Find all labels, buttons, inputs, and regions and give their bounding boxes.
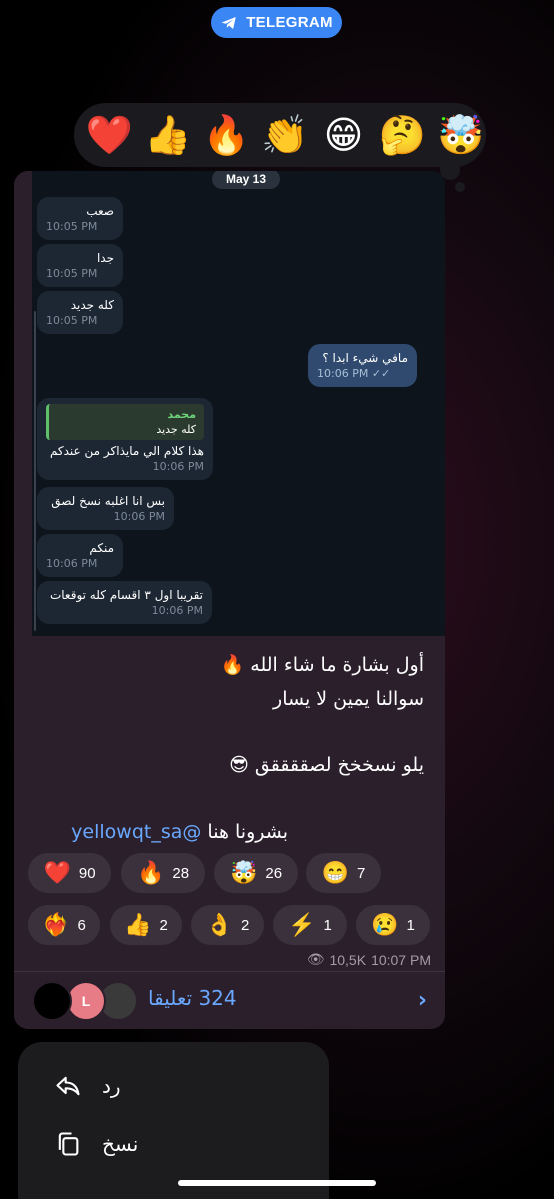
thumbs-up-icon: 👍 [124, 912, 152, 937]
reaction-chip-heart[interactable]: ❤️ 90 [28, 853, 111, 893]
post-meta: 👁 10,5K 10:07 PM [307, 951, 431, 968]
message-text: كله جديد [70, 298, 114, 312]
message-text: صعب [86, 204, 114, 218]
date-chip: May 13 [212, 171, 280, 189]
chat-message: تقريبا اول ٣ اقسام كله توقعات 10:06 PM [37, 581, 212, 624]
fire-icon: 🔥 [136, 860, 165, 885]
reply-quote: محمد كله جديد [46, 404, 204, 440]
message-time: 10:06 PM [46, 557, 98, 570]
copy-icon [58, 1132, 79, 1156]
channel-post[interactable]: May 13 صعب 10:05 PM جدا 10:05 PM كله جدي… [14, 171, 445, 1029]
chat-message: كله جديد 10:05 PM [37, 291, 123, 334]
reaction-chip-lightning[interactable]: ⚡ 1 [273, 905, 347, 945]
message-time: 10:06 PM [151, 604, 203, 617]
message-time: 10:05 PM [46, 267, 98, 280]
menu-item-label: رد [102, 1074, 121, 1098]
reaction-option-exploding-head[interactable]: 🤯 [435, 116, 486, 154]
post-caption-line: بشرونا هنا @yellowqt_sa [28, 816, 288, 848]
crying-icon: 😢 [371, 912, 399, 937]
chat-message: منكم 10:06 PM [37, 534, 123, 577]
reaction-chip-thumbs-up[interactable]: 👍 2 [110, 905, 182, 945]
heart-icon: ❤️ [43, 860, 71, 885]
post-caption-line: أول بشارة ما شاء الله 🔥 [220, 654, 424, 676]
reaction-option-heart[interactable]: ❤️ [84, 116, 135, 154]
message-text: هذا كلام الي مايذاكر من عندكم [49, 444, 204, 458]
menu-item-copy[interactable]: نسخ [54, 1124, 138, 1164]
grin-icon: 😁 [321, 860, 350, 885]
telegram-icon [221, 16, 236, 29]
avatar: L [66, 981, 106, 1021]
reaction-chip-ok-hand[interactable]: 👌 2 [191, 905, 264, 945]
chat-message: جدا 10:05 PM [37, 244, 123, 287]
chat-message: بس انا اغلبه نسخ لصق 10:06 PM [37, 487, 174, 530]
reaction-count: 2 [241, 916, 250, 934]
reaction-option-clap[interactable]: 👏 [260, 116, 311, 154]
reaction-chip-fire[interactable]: 🔥 28 [121, 853, 205, 893]
message-text: جدا [96, 251, 114, 265]
eye-icon: 👁 [306, 951, 325, 967]
chat-message-outgoing: مافي شيء ابدا ؟ 10:06 PM ✓✓ [308, 344, 417, 387]
avatar [32, 981, 72, 1021]
exploding-head-icon: 🤯 [229, 860, 258, 885]
post-caption-line: يلو نسخخخ لصققققق 😎 [229, 754, 424, 776]
reaction-count: 26 [265, 864, 283, 882]
reaction-chip-exploding-head[interactable]: 🤯 26 [214, 853, 298, 893]
chat-message-reply: محمد كله جديد هذا كلام الي مايذاكر من عن… [37, 398, 213, 480]
home-indicator [178, 1180, 376, 1186]
caption-text: بشرونا هنا [201, 821, 288, 843]
reply-author: محمد [167, 408, 196, 421]
context-menu: رد نسخ [18, 1042, 329, 1199]
reaction-count: 6 [77, 916, 86, 934]
reaction-count: 2 [159, 916, 168, 934]
reaction-count: 90 [78, 864, 96, 882]
reaction-option-thumbs-up[interactable]: 👍 [143, 116, 194, 154]
message-time: 10:06 PM [152, 460, 204, 473]
picker-tail-dot-small [455, 182, 465, 192]
chevron-right-icon: › [417, 988, 427, 1013]
reaction-count: 1 [406, 916, 415, 934]
lightning-icon: ⚡ [288, 912, 316, 937]
scroll-indicator [34, 311, 36, 631]
heart-on-fire-icon: ❤️‍🔥 [42, 912, 70, 937]
reaction-chip-grin[interactable]: 😁 7 [306, 853, 381, 893]
menu-item-label: نسخ [102, 1132, 139, 1156]
comments-row[interactable]: L 324 تعليقا › [14, 972, 445, 1029]
reaction-option-fire[interactable]: 🔥 [201, 116, 252, 154]
reply-icon [56, 1076, 80, 1096]
reaction-count: 1 [323, 916, 332, 934]
telegram-badge: TELEGRAM [211, 7, 342, 38]
badge-label: TELEGRAM [246, 14, 333, 31]
message-time: 10:05 PM [46, 220, 98, 233]
reaction-picker: ❤️ 👍 🔥 👏 😁 🤔 🤯 [74, 103, 486, 167]
channel-mention-link[interactable]: @yellowqt_sa [71, 821, 201, 843]
post-caption-line: سوالنا يمين لا يسار [273, 688, 424, 710]
reaction-chip-crying[interactable]: 😢 1 [356, 905, 430, 945]
chat-screenshot-image: May 13 صعب 10:05 PM جدا 10:05 PM كله جدي… [32, 171, 445, 636]
message-text: تقريبا اول ٣ اقسام كله توقعات [49, 588, 203, 602]
message-time: 10:06 PM ✓✓ [317, 367, 391, 380]
reaction-count: 28 [172, 864, 190, 882]
reply-text: كله جديد [156, 423, 196, 436]
message-time: 10:06 PM [113, 510, 165, 523]
view-count: 10,5K [329, 951, 367, 968]
chat-message: صعب 10:05 PM [37, 197, 123, 240]
message-text: منكم [89, 541, 114, 555]
comments-count-label[interactable]: 324 تعليقا [148, 986, 237, 1010]
double-check-icon: ✓✓ [371, 367, 391, 380]
reaction-count: 7 [357, 864, 366, 882]
reaction-option-thinking[interactable]: 🤔 [377, 116, 428, 154]
post-time: 10:07 PM [371, 951, 431, 968]
reaction-option-grin[interactable]: 😁 [318, 116, 369, 154]
ok-hand-icon: 👌 [205, 912, 234, 937]
message-text: مافي شيء ابدا ؟ [322, 351, 408, 365]
message-text: بس انا اغلبه نسخ لصق [51, 494, 165, 508]
message-time: 10:05 PM [46, 314, 98, 327]
menu-item-reply[interactable]: رد [54, 1066, 121, 1106]
reaction-chip-heart-on-fire[interactable]: ❤️‍🔥 6 [28, 905, 100, 945]
